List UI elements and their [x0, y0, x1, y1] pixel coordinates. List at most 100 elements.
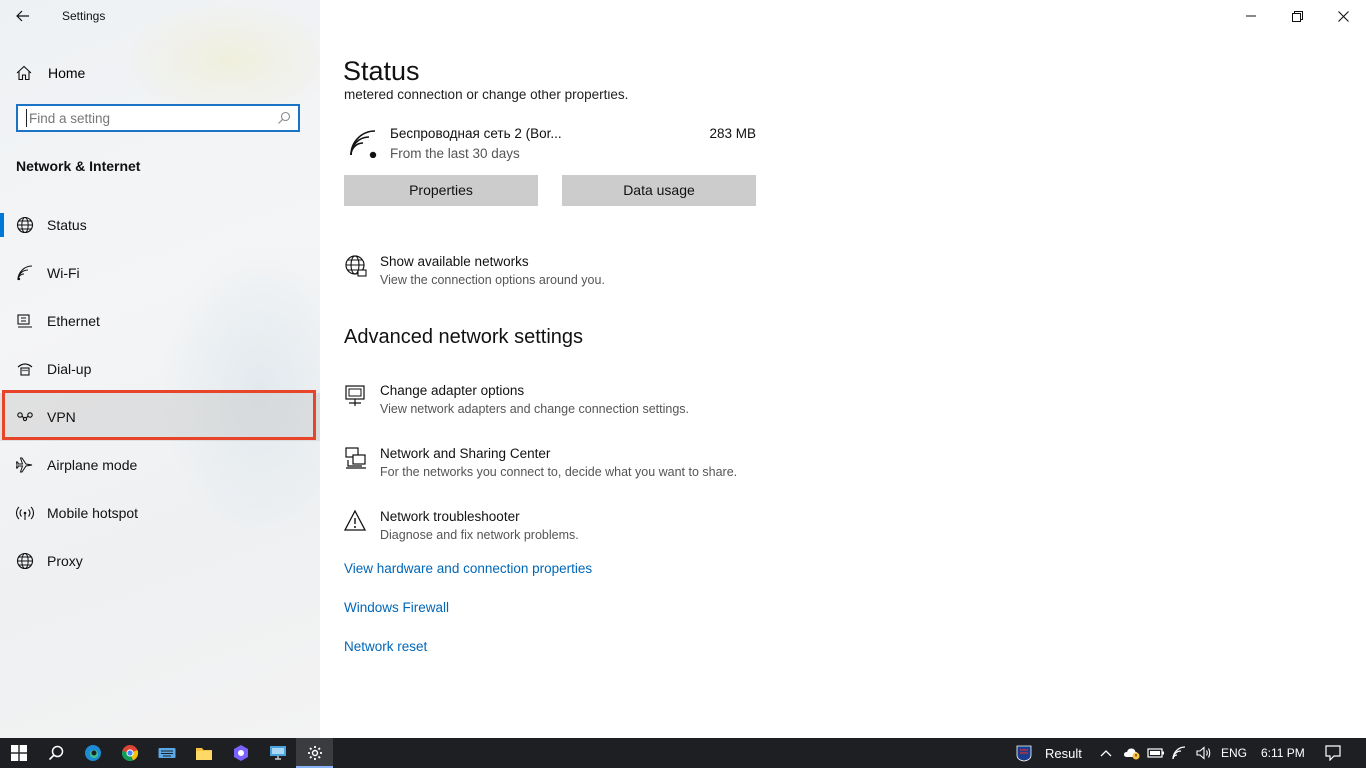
clipped-description-text: metered connection or change other prope…	[344, 90, 629, 102]
home-label: Home	[48, 65, 86, 81]
tray-battery[interactable]	[1144, 738, 1168, 768]
sidebar-item-ethernet[interactable]: Ethernet	[0, 297, 320, 345]
taskbar-keyboard[interactable]	[148, 738, 185, 768]
vpn-icon	[17, 412, 33, 422]
search-icon	[48, 745, 63, 761]
globe-status-icon	[16, 216, 34, 234]
sidebar-item-status[interactable]: Status	[0, 201, 320, 249]
wifi-icon	[17, 265, 33, 281]
show-available-networks[interactable]: Show available networks View the connect…	[344, 254, 804, 294]
tray-clock[interactable]: 6:11 PM	[1261, 746, 1305, 760]
warning-icon	[344, 509, 367, 531]
restore-button[interactable]	[1274, 0, 1320, 32]
globe-network-icon	[345, 255, 367, 277]
search-icon	[278, 111, 291, 124]
network-usage-row: Беспроводная сеть 2 (Bor... From the las…	[344, 122, 756, 166]
properties-button[interactable]: Properties	[344, 175, 538, 206]
network-sharing-center[interactable]: Network and Sharing Center For the netwo…	[344, 446, 804, 486]
network-name: Беспроводная сеть 2 (Bor...	[390, 126, 562, 141]
hotspot-icon	[16, 506, 34, 520]
taskbar: Result ENG 6:11 PM	[0, 738, 1366, 768]
chrome-icon	[121, 745, 138, 762]
back-button[interactable]	[10, 5, 36, 27]
show-networks-subtitle: View the connection options around you.	[380, 273, 605, 287]
close-icon	[1337, 10, 1349, 22]
edge-browser-icon	[84, 745, 101, 761]
sidebar-item-wifi[interactable]: Wi-Fi	[0, 249, 320, 297]
sharing-center-subtitle: For the networks you connect to, decide …	[380, 465, 738, 479]
sharing-center-title: Network and Sharing Center	[380, 446, 551, 461]
taskbar-settings[interactable]	[296, 738, 333, 768]
adapter-icon	[345, 385, 365, 406]
tray-language[interactable]: ENG	[1221, 746, 1247, 760]
advanced-heading: Advanced network settings	[344, 326, 584, 348]
title-bar: Settings	[0, 0, 320, 32]
adapter-subtitle: View network adapters and change connect…	[380, 402, 689, 416]
tray-result-label: Result	[1045, 746, 1082, 761]
tray-show-hidden[interactable]	[1094, 738, 1118, 768]
globe-icon	[16, 552, 34, 570]
folder-icon	[195, 748, 212, 760]
network-data-usage: 283 MB	[709, 126, 756, 141]
notification-icon	[1325, 745, 1341, 761]
troubleshooter-title: Network troubleshooter	[380, 509, 520, 524]
network-period: From the last 30 days	[390, 146, 520, 161]
sidebar-item-vpn[interactable]: VPN	[0, 393, 320, 441]
adapter-title: Change adapter options	[380, 383, 525, 398]
troubleshooter-subtitle: Diagnose and fix network problems.	[380, 528, 579, 542]
chevron-up-icon	[1100, 750, 1112, 757]
tray-action-center[interactable]	[1318, 738, 1348, 768]
sidebar-item-label: Proxy	[47, 553, 83, 569]
section-title: Network & Internet	[16, 158, 141, 174]
search-box[interactable]	[16, 104, 300, 132]
taskbar-remote-desktop[interactable]	[259, 738, 296, 768]
tray-network[interactable]	[1168, 738, 1192, 768]
sidebar-item-label: Ethernet	[47, 313, 100, 329]
sidebar-nav: Status Wi-Fi Ethernet Dial-up VPN Airpla…	[0, 201, 320, 585]
tray-onedrive[interactable]	[1120, 738, 1144, 768]
taskbar-edge[interactable]	[74, 738, 111, 768]
close-button[interactable]	[1320, 0, 1366, 32]
sidebar-item-airplane-mode[interactable]: Airplane mode	[0, 441, 320, 489]
sidebar-item-proxy[interactable]: Proxy	[0, 537, 320, 585]
app-icon	[233, 745, 248, 761]
search-input[interactable]	[26, 109, 269, 127]
speaker-icon	[1196, 746, 1211, 760]
sidebar-item-label: Status	[47, 217, 87, 233]
airplane-icon	[16, 457, 33, 473]
windows-firewall-link[interactable]: Windows Firewall	[344, 600, 449, 615]
keyboard-icon	[158, 748, 175, 758]
home-button[interactable]: Home	[0, 58, 320, 88]
sidebar-item-label: Mobile hotspot	[47, 505, 139, 521]
sidebar-item-label: Dial-up	[47, 361, 92, 377]
sidebar-item-label: VPN	[47, 409, 76, 425]
dialup-icon	[17, 363, 33, 376]
nfl-shield-icon	[1016, 745, 1032, 762]
show-networks-title: Show available networks	[380, 254, 529, 269]
sidebar-item-mobile-hotspot[interactable]: Mobile hotspot	[0, 489, 320, 537]
sidebar-item-dialup[interactable]: Dial-up	[0, 345, 320, 393]
taskbar-chrome[interactable]	[111, 738, 148, 768]
window-controls	[1228, 0, 1366, 32]
start-button[interactable]	[0, 738, 37, 768]
battery-icon	[1147, 748, 1164, 758]
home-icon	[16, 65, 32, 81]
tray-result-widget[interactable]	[1006, 738, 1042, 768]
sidebar-item-label: Wi-Fi	[47, 265, 80, 281]
network-troubleshooter[interactable]: Network troubleshooter Diagnose and fix …	[344, 509, 804, 549]
data-usage-button[interactable]: Data usage	[562, 175, 756, 206]
view-hardware-link[interactable]: View hardware and connection properties	[344, 561, 592, 576]
wifi-icon	[350, 130, 377, 158]
taskbar-search-button[interactable]	[37, 738, 74, 768]
monitor-icon	[269, 746, 286, 760]
network-reset-link[interactable]: Network reset	[344, 639, 427, 654]
tray-volume[interactable]	[1192, 738, 1216, 768]
ethernet-icon	[17, 314, 32, 328]
taskbar-app-purple[interactable]	[222, 738, 259, 768]
sharing-center-icon	[345, 447, 366, 469]
taskbar-file-explorer[interactable]	[185, 738, 222, 768]
sidebar-item-label: Airplane mode	[47, 457, 138, 473]
change-adapter-options[interactable]: Change adapter options View network adap…	[344, 383, 804, 423]
app-title: Settings	[62, 9, 106, 23]
minimize-button[interactable]	[1228, 0, 1274, 32]
